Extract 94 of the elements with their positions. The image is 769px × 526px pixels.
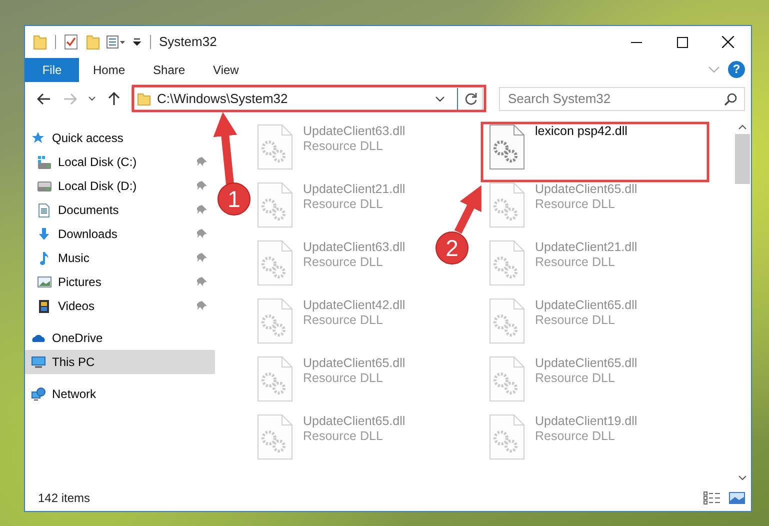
dll-file-icon (489, 182, 525, 228)
pin-icon (197, 229, 207, 239)
dll-file-icon (489, 298, 525, 344)
nav-item[interactable]: Videos (25, 294, 215, 318)
up-arrow-icon (108, 92, 120, 106)
dll-file-icon (489, 240, 525, 286)
file-type: Resource DLL (535, 313, 616, 328)
customize-caret-icon[interactable] (132, 37, 142, 47)
ribbon-tab[interactable]: Share (139, 58, 200, 82)
file-type: Resource DLL (303, 139, 384, 154)
list-view-icon[interactable] (106, 35, 126, 49)
dll-file-icon (257, 298, 293, 344)
refresh-icon[interactable] (464, 92, 478, 106)
file-menu-tab[interactable]: File (25, 58, 79, 82)
chevron-down-icon (88, 96, 96, 102)
file-name: UpdateClient65.dll (535, 356, 638, 371)
file-type: Resource DLL (303, 197, 384, 212)
dll-file-icon (257, 182, 293, 228)
details-view-icon[interactable] (703, 491, 721, 505)
pin-icon (197, 301, 207, 311)
star-icon (31, 130, 46, 146)
forward-arrow-icon (63, 93, 77, 105)
folder-icon (137, 92, 151, 106)
picture-icon (37, 274, 52, 290)
file-type: Resource DLL (303, 255, 384, 270)
nav-item[interactable]: OneDrive (25, 326, 215, 350)
maximize-icon (676, 36, 688, 48)
file-name: UpdateClient65.dll (535, 298, 638, 313)
window-title: System32 (159, 33, 218, 52)
film-icon (37, 298, 52, 314)
pin-icon (197, 205, 207, 215)
dll-file-icon (489, 356, 525, 402)
pin-icon (197, 181, 207, 191)
monitor-icon (31, 354, 46, 370)
file-name: UpdateClient63.dll (303, 240, 406, 255)
dll-file-icon (257, 124, 293, 170)
file-type: Resource DLL (303, 429, 384, 444)
file-name: UpdateClient19.dll (535, 414, 638, 429)
drive-icon (37, 154, 52, 170)
ribbon-tab[interactable]: Home (79, 58, 140, 82)
nav-item[interactable]: Local Disk (C:) (25, 150, 215, 174)
dll-file-icon (257, 240, 293, 286)
file-name: UpdateClient65.dll (535, 182, 638, 197)
file-type: Resource DLL (535, 197, 616, 212)
nav-item[interactable]: Quick access (25, 126, 215, 150)
nav-item[interactable]: Downloads (25, 222, 215, 246)
file-name: lexicon psp42.dll (535, 124, 628, 139)
pin-icon (197, 277, 207, 287)
address-path: C:\Windows\System32 (157, 90, 288, 108)
nav-item[interactable]: Local Disk (D:) (25, 174, 215, 198)
document-icon (37, 202, 52, 218)
dll-file-icon (257, 356, 293, 402)
dll-file-icon (489, 124, 525, 170)
search-icon (724, 93, 737, 106)
dll-file-icon (257, 414, 293, 460)
help-button[interactable]: ? (728, 61, 745, 78)
ribbon-tab[interactable]: View (199, 58, 253, 82)
dll-file-icon (489, 414, 525, 460)
file-type: Resource DLL (303, 313, 384, 328)
file-type: Resource DLL (535, 255, 616, 270)
file-name: UpdateClient65.dll (303, 356, 406, 371)
file-name: UpdateClient42.dll (303, 298, 406, 313)
network-icon (31, 386, 46, 402)
step-number-marker: 1 (218, 182, 250, 216)
item-count: 142 items (38, 490, 92, 507)
nav-item[interactable]: Documents (25, 198, 215, 222)
drive-icon (37, 178, 52, 194)
close-icon (722, 36, 734, 48)
nav-item[interactable]: Music (25, 246, 215, 270)
properties-check-icon[interactable] (64, 34, 78, 50)
chevron-down-icon[interactable] (435, 95, 445, 103)
address-bar[interactable]: C:\Windows\System32 (131, 87, 483, 111)
scroll-down-icon[interactable] (738, 475, 747, 481)
file-name: UpdateClient21.dll (303, 182, 406, 197)
file-type: Resource DLL (535, 429, 616, 444)
file-name: UpdateClient65.dll (303, 414, 406, 429)
large-icons-view-icon[interactable] (729, 492, 745, 504)
nav-item[interactable]: This PC (25, 350, 215, 374)
scroll-up-icon[interactable] (738, 124, 747, 130)
file-type: Resource DLL (535, 371, 616, 386)
nav-item[interactable]: Pictures (25, 270, 215, 294)
pin-icon (197, 253, 207, 263)
pointer-arrow (454, 185, 482, 234)
scrollbar-thumb[interactable] (735, 134, 750, 184)
nav-item[interactable]: Network (25, 382, 215, 406)
file-item[interactable]: lexicon psp42.dll (489, 124, 709, 178)
back-arrow-icon (37, 93, 51, 105)
down-arrow-icon (37, 226, 52, 242)
file-type: Resource DLL (303, 371, 384, 386)
file-name: UpdateClient63.dll (303, 124, 406, 139)
step-number-marker: 2 (436, 232, 468, 264)
file-name: UpdateClient21.dll (535, 240, 638, 255)
pin-icon (197, 157, 207, 167)
search-field[interactable]: Search System32 (499, 87, 745, 111)
